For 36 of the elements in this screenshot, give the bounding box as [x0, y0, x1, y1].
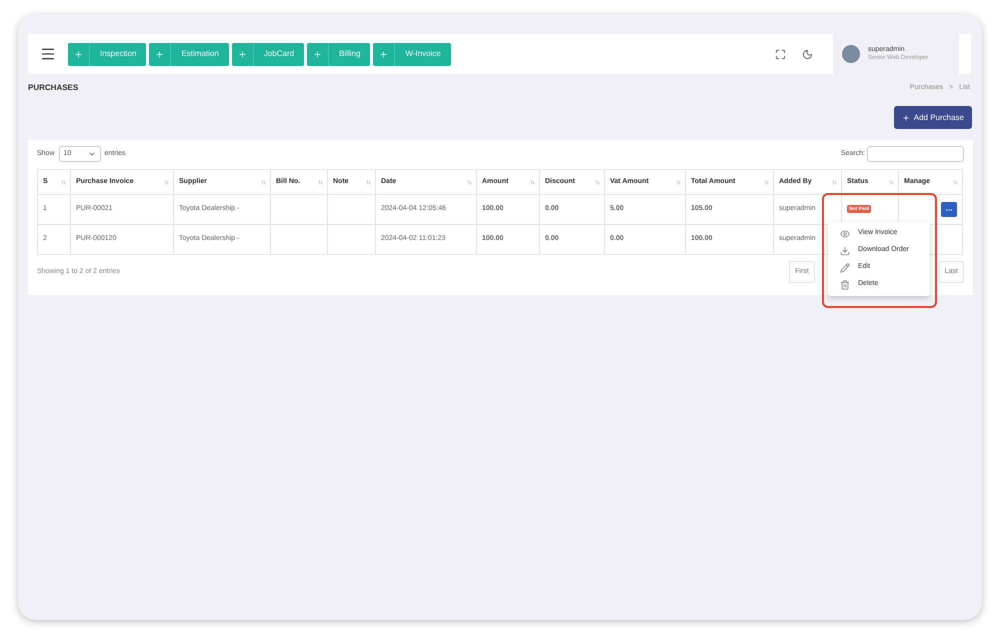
- plus-icon: [379, 50, 388, 58]
- plus-icon: [313, 50, 322, 58]
- sort-icon: [61, 180, 66, 185]
- table-cell: [328, 224, 376, 254]
- moon-icon[interactable]: [802, 48, 813, 60]
- plus-icon: [238, 50, 247, 58]
- sort-icon: [889, 180, 894, 185]
- sort-icon: [164, 180, 169, 185]
- sort-icon: [467, 180, 472, 185]
- sort-icon: [366, 180, 371, 185]
- table-cell: [328, 194, 376, 224]
- sort-icon: [676, 180, 681, 185]
- search-field[interactable]: [867, 146, 964, 162]
- chevron-down-icon: [88, 150, 96, 158]
- download-icon: [840, 246, 850, 256]
- trash-icon: [840, 280, 850, 290]
- sort-icon: [953, 180, 958, 185]
- fullscreen-icon[interactable]: [775, 48, 786, 60]
- plus-icon: [902, 114, 910, 122]
- avatar-icon: [842, 45, 860, 63]
- sort-icon: [595, 180, 600, 185]
- pencil-icon: [840, 262, 850, 272]
- plus-icon: [74, 50, 83, 58]
- plus-icon: [155, 50, 164, 58]
- table-cell: [270, 194, 328, 224]
- sort-icon: [764, 180, 769, 185]
- menu-icon[interactable]: [40, 46, 56, 62]
- more-button[interactable]: [941, 202, 957, 217]
- eye-icon: [840, 228, 850, 238]
- sort-icon: [318, 180, 323, 185]
- sort-icon: [832, 180, 837, 185]
- table-cell: [270, 224, 328, 254]
- sort-icon: [261, 180, 266, 185]
- page-title: PURCHASES: [28, 82, 78, 94]
- sort-icon: [530, 180, 535, 185]
- add-purchase-button[interactable]: Add Purchase: [894, 106, 972, 129]
